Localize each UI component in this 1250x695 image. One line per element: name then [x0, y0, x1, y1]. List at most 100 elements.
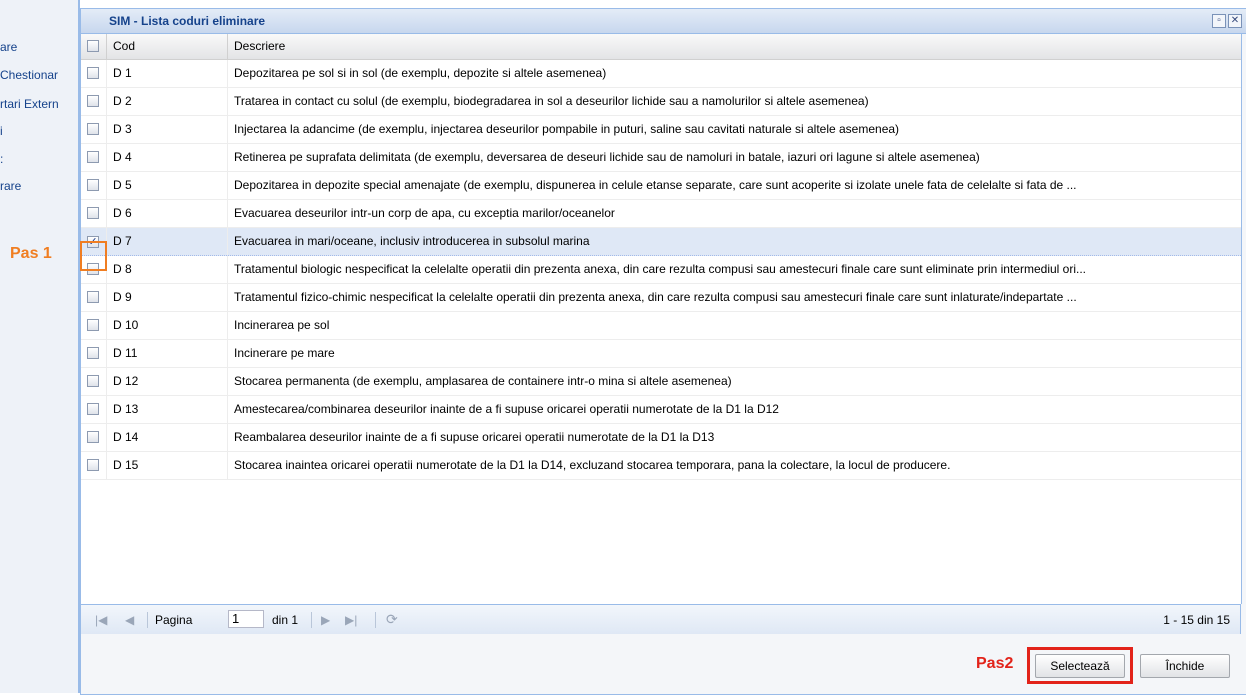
- codes-dialog: SIM - Lista coduri eliminare ▫ ✕ Cod Des…: [80, 8, 1246, 695]
- table-row[interactable]: D 12 Stocarea permanenta (de exemplu, amp…: [81, 368, 1241, 396]
- cell-descriere: Incinerare pe mare: [234, 346, 335, 360]
- row-checkbox-cell: [81, 284, 107, 311]
- table-row[interactable]: D 6 Evacuarea deseurilor intr-un corp de …: [81, 200, 1241, 228]
- page-number-input[interactable]: 1: [228, 610, 264, 628]
- cell-descriere: Reambalarea deseurilor inainte de a fi s…: [234, 430, 715, 444]
- sidebar-item[interactable]: are: [0, 40, 78, 54]
- display-count: 1 - 15 din 15: [1163, 613, 1230, 627]
- grid-header: Cod Descriere: [81, 34, 1241, 60]
- row-checkbox[interactable]: [87, 67, 99, 79]
- next-page-icon[interactable]: ▶: [321, 613, 330, 627]
- row-checkbox[interactable]: [87, 375, 99, 387]
- column-header-cod[interactable]: Cod: [107, 34, 228, 59]
- cell-descriere: Tratamentul fizico-chimic nespecificat l…: [234, 290, 1077, 304]
- row-checkbox[interactable]: [87, 459, 99, 471]
- cell-cod: D 7: [107, 228, 228, 255]
- row-checkbox[interactable]: [87, 431, 99, 443]
- row-checkbox-cell: [81, 88, 107, 115]
- cell-descriere: Tratarea in contact cu solul (de exemplu…: [234, 94, 869, 108]
- row-checkbox-cell: [81, 312, 107, 339]
- sidebar-item[interactable]: :: [0, 152, 78, 166]
- row-checkbox[interactable]: [87, 403, 99, 415]
- table-row[interactable]: D 9 Tratamentul fizico-chimic nespecifica…: [81, 284, 1241, 312]
- cell-cod: D 1: [107, 60, 228, 87]
- separator: [147, 612, 148, 628]
- sidebar-item[interactable]: rare: [0, 179, 78, 193]
- grid-body: D 1 Depozitarea pe sol si in sol (de exem…: [81, 60, 1241, 480]
- dialog-tools: ▫ ✕: [1212, 14, 1242, 28]
- cell-descriere: Stocarea inaintea oricarei operatii nume…: [234, 458, 951, 472]
- row-checkbox[interactable]: [87, 319, 99, 331]
- cell-cod: D 9: [107, 284, 228, 311]
- step1-highlight: [80, 241, 107, 271]
- cell-cod: D 15: [107, 452, 228, 479]
- restore-icon[interactable]: ▫: [1212, 14, 1226, 28]
- prev-page-icon[interactable]: ◀: [125, 613, 134, 627]
- row-checkbox-cell: [81, 116, 107, 143]
- table-row[interactable]: D 14 Reambalarea deseurilor inainte de a …: [81, 424, 1241, 452]
- close-button[interactable]: Închide: [1140, 654, 1230, 678]
- cell-cod: D 3: [107, 116, 228, 143]
- row-checkbox[interactable]: [87, 291, 99, 303]
- cell-descriere: Depozitarea pe sol si in sol (de exemplu…: [234, 66, 607, 80]
- close-icon[interactable]: ✕: [1228, 14, 1242, 28]
- row-checkbox-cell: [81, 424, 107, 451]
- row-checkbox[interactable]: [87, 347, 99, 359]
- row-checkbox[interactable]: [87, 179, 99, 191]
- row-checkbox-cell: [81, 200, 107, 227]
- row-checkbox-cell: [81, 396, 107, 423]
- row-checkbox-cell: [81, 368, 107, 395]
- step1-annotation: Pas 1: [10, 245, 52, 262]
- table-row[interactable]: D 2 Tratarea in contact cu solul (de exem…: [81, 88, 1241, 116]
- cell-descriere: Tratamentul biologic nespecificat la cel…: [234, 262, 1086, 276]
- dialog-title: SIM - Lista coduri eliminare: [109, 14, 266, 28]
- header-select-all: [81, 34, 107, 59]
- background-sidebar: are Chestionar rtari Extern i : rare: [0, 0, 80, 693]
- step2-annotation: Pas2: [976, 655, 1014, 672]
- last-page-icon[interactable]: ▶|: [345, 613, 357, 627]
- row-checkbox[interactable]: [87, 207, 99, 219]
- sidebar-item[interactable]: i: [0, 124, 78, 138]
- cell-cod: D 10: [107, 312, 228, 339]
- table-row[interactable]: D 11 Incinerare pe mare: [81, 340, 1241, 368]
- select-all-checkbox[interactable]: [87, 40, 99, 52]
- table-row[interactable]: D 1 Depozitarea pe sol si in sol (de exem…: [81, 60, 1241, 88]
- sidebar-item[interactable]: Chestionar: [0, 68, 78, 82]
- codes-grid: Cod Descriere D 1 Depozitarea pe sol si i…: [81, 34, 1242, 604]
- table-row[interactable]: D 3 Injectarea la adancime (de exemplu, i…: [81, 116, 1241, 144]
- cell-cod: D 12: [107, 368, 228, 395]
- column-header-descriere[interactable]: Descriere: [228, 34, 1241, 59]
- table-row[interactable]: ✓ D 7 Evacuarea in mari/oceane, inclusiv i…: [81, 228, 1241, 256]
- table-row[interactable]: D 13 Amestecarea/combinarea deseurilor in…: [81, 396, 1241, 424]
- row-checkbox[interactable]: [87, 151, 99, 163]
- separator: [311, 612, 312, 628]
- cell-cod: D 5: [107, 172, 228, 199]
- cell-descriere: Evacuarea deseurilor intr-un corp de apa…: [234, 206, 615, 220]
- table-row[interactable]: D 5 Depozitarea in depozite special amena…: [81, 172, 1241, 200]
- cell-cod: D 4: [107, 144, 228, 171]
- row-checkbox-cell: [81, 144, 107, 171]
- cell-descriere: Stocarea permanenta (de exemplu, amplasa…: [234, 374, 732, 388]
- row-checkbox-cell: [81, 60, 107, 87]
- row-checkbox[interactable]: [87, 123, 99, 135]
- row-checkbox-cell: [81, 340, 107, 367]
- separator: [375, 612, 376, 628]
- paging-toolbar: |◀ ◀ Pagina 1 din 1 ▶ ▶| ⟳ 1 - 15 din 15: [81, 604, 1241, 634]
- table-row[interactable]: D 15 Stocarea inaintea oricarei operatii …: [81, 452, 1241, 480]
- table-row[interactable]: D 10 Incinerarea pe sol: [81, 312, 1241, 340]
- select-button[interactable]: Selectează: [1035, 654, 1125, 678]
- cell-cod: D 2: [107, 88, 228, 115]
- cell-cod: D 13: [107, 396, 228, 423]
- cell-cod: D 11: [107, 340, 228, 367]
- row-checkbox[interactable]: [87, 95, 99, 107]
- row-checkbox-cell: [81, 172, 107, 199]
- sidebar-item[interactable]: rtari Extern: [0, 97, 78, 111]
- table-row[interactable]: D 4 Retinerea pe suprafata delimitata (de…: [81, 144, 1241, 172]
- cell-descriere: Injectarea la adancime (de exemplu, inje…: [234, 122, 900, 136]
- page-total-label: din 1: [272, 613, 299, 627]
- table-row[interactable]: D 8 Tratamentul biologic nespecificat la …: [81, 256, 1241, 284]
- cell-descriere: Depozitarea in depozite special amenajat…: [234, 178, 1077, 192]
- refresh-icon[interactable]: ⟳: [386, 611, 398, 628]
- first-page-icon[interactable]: |◀: [95, 613, 107, 627]
- cell-cod: D 14: [107, 424, 228, 451]
